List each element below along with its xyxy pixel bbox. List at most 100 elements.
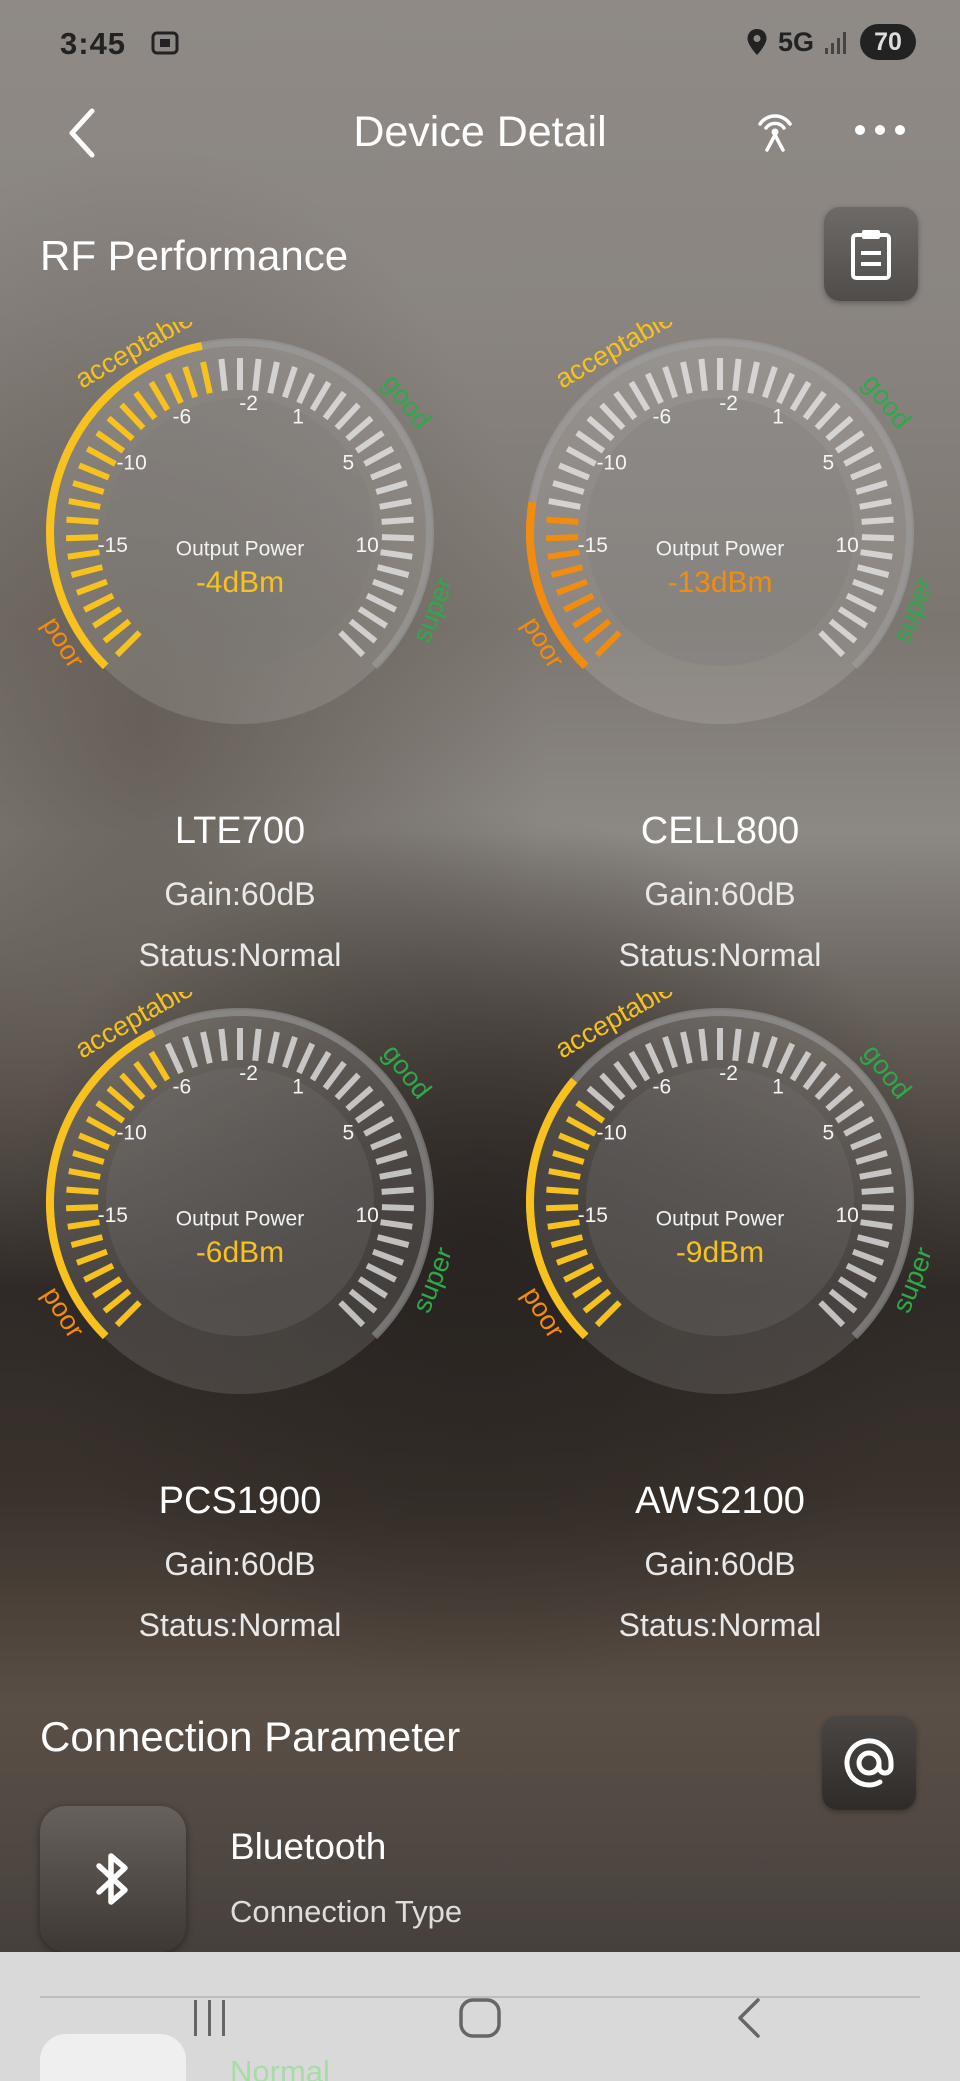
next-item-value: Normal	[230, 2054, 330, 2081]
gauge-tick	[381, 534, 414, 542]
gauge-value: -6dBm	[196, 1236, 284, 1269]
gauge-scale-label: 5	[343, 1121, 355, 1144]
gauge-scale-label: -6	[653, 1075, 672, 1098]
gauge-tick	[698, 358, 708, 392]
clipboard-icon	[851, 230, 891, 280]
gauge-tick	[698, 1028, 708, 1062]
gauge-tick	[381, 1186, 414, 1195]
section-title-connection: Connection Parameter	[40, 1713, 461, 1760]
band-status: Status:Normal	[618, 1607, 822, 1643]
gauge-value: -9dBm	[676, 1236, 764, 1269]
gauge-scale-label: -10	[116, 451, 146, 474]
next-item-tile	[40, 2034, 186, 2081]
gauge-scale-label: -15	[578, 1204, 608, 1227]
band-name: LTE700	[174, 810, 306, 852]
gauge-tick	[861, 534, 894, 542]
gauge-tick	[861, 1204, 894, 1212]
gauge-scale-label: 1	[772, 405, 784, 428]
gauge-tick	[381, 516, 414, 525]
status-time: 3:45	[60, 26, 127, 61]
band-name: CELL800	[640, 810, 800, 852]
band-status: Status:Normal	[618, 937, 822, 973]
gauge-tick	[546, 1186, 579, 1195]
gauge-tick	[732, 1028, 742, 1062]
at-button[interactable]	[822, 1716, 916, 1810]
gauge-tick	[66, 516, 99, 525]
gauge-scale-label: 5	[343, 451, 355, 474]
band-gain: Gain:60dB	[164, 1546, 316, 1582]
bluetooth-tile[interactable]	[40, 1806, 186, 1952]
band-gain: Gain:60dB	[164, 876, 316, 912]
gauge-tick	[66, 1204, 99, 1212]
band-status: Status:Normal	[138, 1607, 342, 1643]
gauge-scale-label: -10	[116, 1121, 146, 1144]
gauge-lte700: -15 -10 -6 -2 1 5 10 poor acceptable good super Out…	[30, 303, 460, 742]
gauge-cell800: -15 -10 -6 -2 1 5 10 poor acceptable good super Out…	[510, 303, 940, 742]
gauge-tick	[66, 534, 99, 542]
satellite-signal-icon[interactable]	[750, 104, 800, 154]
gauge-scale-label: 10	[356, 1204, 379, 1227]
gauge-tick	[546, 534, 579, 542]
more-icon[interactable]	[850, 112, 910, 152]
section-title-rf: RF Performance	[40, 232, 349, 279]
band-status: Status:Normal	[138, 937, 342, 973]
network-type: 5G	[777, 26, 814, 57]
nav-back-icon[interactable]	[720, 1988, 780, 2048]
gauge-center-label: Output Power	[656, 538, 784, 561]
at-icon	[844, 1738, 894, 1788]
gauge-tick	[732, 358, 742, 392]
gauge-tick	[861, 1186, 894, 1195]
gauge-pcs1900: -15 -10 -6 -2 1 5 10 poor acceptable good super Out…	[30, 973, 460, 1412]
location-icon	[747, 29, 767, 55]
gauge-value: -13dBm	[667, 566, 772, 599]
gauge-tick	[861, 516, 894, 525]
connection-type-label: Connection Type	[230, 1894, 463, 1929]
gauge-center-label: Output Power	[176, 538, 304, 561]
gauge-scale-label: 10	[836, 534, 859, 557]
gauge-scale-label: -15	[98, 534, 128, 557]
system-nav-bar: Normal	[0, 1952, 960, 2081]
page-title: Device Detail	[353, 108, 607, 156]
gauge-scale-label: -6	[173, 1075, 192, 1098]
gauge-tick	[218, 1028, 228, 1062]
gauge-scale-label: -6	[173, 405, 192, 428]
gauge-scale-label: -6	[653, 405, 672, 428]
gauge-scale-label: -15	[98, 1204, 128, 1227]
battery-indicator: 70	[860, 24, 916, 60]
gauge-tick	[252, 1028, 262, 1062]
screenshot-icon	[150, 28, 180, 58]
gauge-scale-label: 10	[356, 534, 379, 557]
gauge-tick	[381, 1204, 414, 1212]
band-gain: Gain:60dB	[644, 876, 796, 912]
gauge-tick	[252, 358, 262, 392]
gauge-inner	[106, 1068, 374, 1336]
gauge-scale-label: -10	[596, 451, 626, 474]
home-icon[interactable]	[450, 1988, 510, 2048]
clipboard-button[interactable]	[824, 207, 918, 301]
gauge-scale-label: -15	[578, 534, 608, 557]
gauge-scale-label: 1	[772, 1075, 784, 1098]
gauge-scale-label: 1	[292, 1075, 304, 1098]
gauge-scale-label: -2	[719, 392, 738, 415]
gauge-inner	[586, 1068, 854, 1336]
gauge-tick	[218, 358, 228, 392]
gauge-scale-label: -2	[719, 1062, 738, 1085]
bluetooth-icon	[96, 1853, 128, 1905]
band-name: AWS2100	[635, 1480, 805, 1522]
connection-type-value: Bluetooth	[230, 1826, 387, 1867]
gauge-center-label: Output Power	[176, 1208, 304, 1231]
gauge-scale-label: 1	[292, 405, 304, 428]
signal-bars-icon	[825, 32, 846, 54]
gauge-scale-label: -2	[239, 1062, 258, 1085]
gauge-tick	[66, 1186, 99, 1195]
gauge-aws2100: -15 -10 -6 -2 1 5 10 poor acceptable good super Out…	[510, 973, 940, 1412]
status-icons: 5G 70	[746, 24, 916, 60]
gauge-scale-label: 5	[823, 1121, 835, 1144]
gauge-inner	[106, 398, 374, 666]
gauge-tick	[546, 516, 579, 525]
band-name: PCS1900	[158, 1480, 322, 1522]
band-gain: Gain:60dB	[644, 1546, 796, 1582]
recent-apps-icon[interactable]	[180, 1988, 240, 2048]
gauge-center-label: Output Power	[656, 1208, 784, 1231]
gauge-scale-label: -2	[239, 392, 258, 415]
